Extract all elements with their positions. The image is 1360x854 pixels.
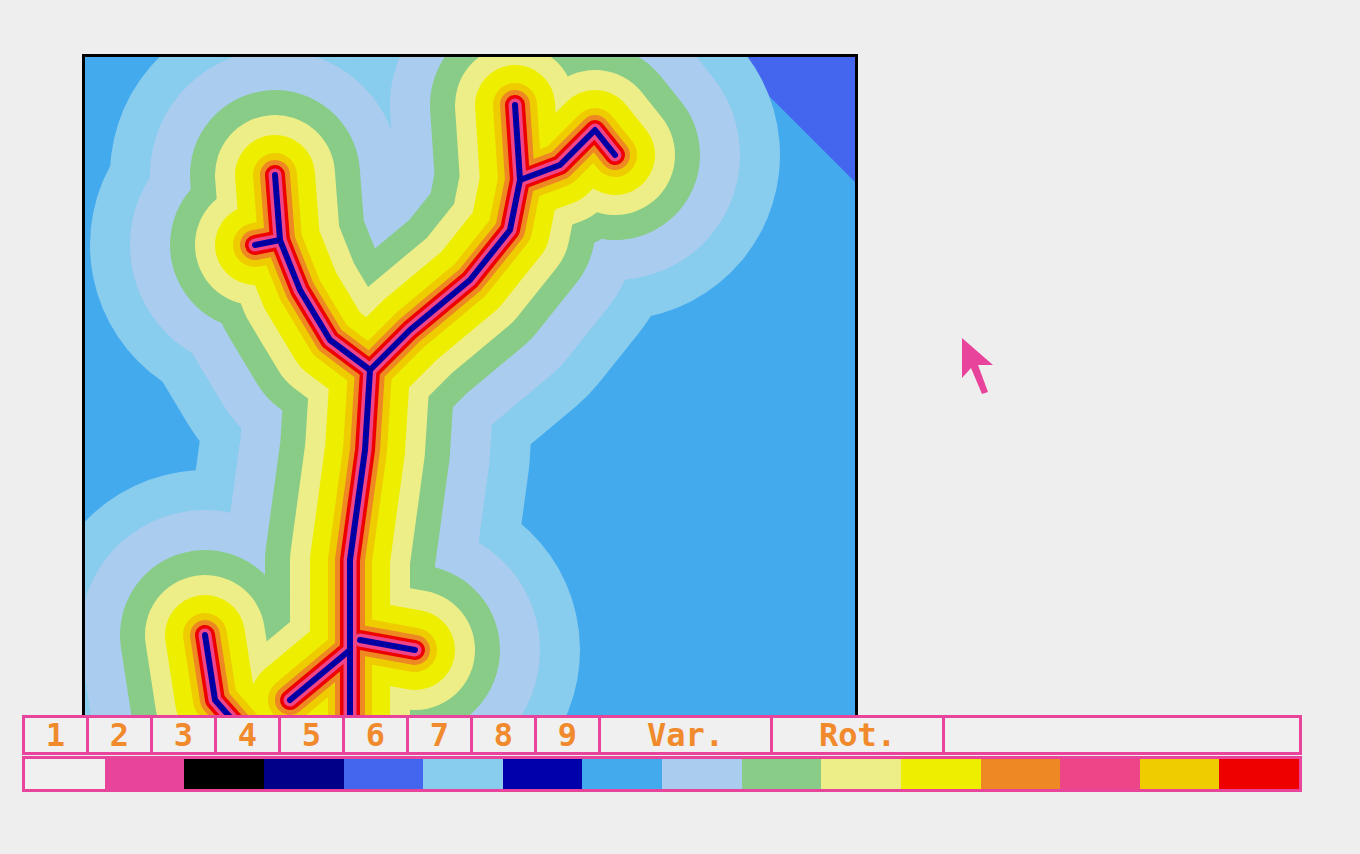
toolbar-button[interactable]: 1 bbox=[25, 718, 89, 752]
toolbar-button[interactable]: 4 bbox=[217, 718, 281, 752]
toolbar-button[interactable]: 8 bbox=[473, 718, 537, 752]
palette-swatch[interactable] bbox=[662, 759, 742, 789]
palette-swatch[interactable] bbox=[901, 759, 981, 789]
palette-swatch[interactable] bbox=[582, 759, 662, 789]
palette-swatch[interactable] bbox=[503, 759, 583, 789]
palette-swatch[interactable] bbox=[344, 759, 424, 789]
palette-swatch[interactable] bbox=[1060, 759, 1140, 789]
palette-swatch[interactable] bbox=[184, 759, 264, 789]
screen: 123456789Var.Rot. bbox=[0, 0, 1360, 854]
palette-swatch[interactable] bbox=[742, 759, 822, 789]
toolbar-button[interactable]: 6 bbox=[345, 718, 409, 752]
toolbar-button[interactable]: 5 bbox=[281, 718, 345, 752]
palette-swatch[interactable] bbox=[264, 759, 344, 789]
palette-swatch[interactable] bbox=[1140, 759, 1220, 789]
toolbar-button[interactable]: 7 bbox=[409, 718, 473, 752]
toolbar-button[interactable]: 3 bbox=[153, 718, 217, 752]
palette-swatch[interactable] bbox=[105, 759, 185, 789]
toolbar-button[interactable]: 2 bbox=[89, 718, 153, 752]
fractal-canvas[interactable] bbox=[82, 54, 858, 715]
fractal-drawing-icon bbox=[85, 57, 855, 715]
toolbar-empty bbox=[945, 718, 1299, 752]
palette bbox=[22, 756, 1302, 792]
palette-swatch[interactable] bbox=[821, 759, 901, 789]
palette-swatch[interactable] bbox=[423, 759, 503, 789]
palette-swatch[interactable] bbox=[1219, 759, 1299, 789]
toolbar-button[interactable]: 9 bbox=[537, 718, 601, 752]
toolbar-button[interactable]: Var. bbox=[601, 718, 773, 752]
toolbar-button[interactable]: Rot. bbox=[773, 718, 945, 752]
palette-swatch[interactable] bbox=[981, 759, 1061, 789]
toolbar: 123456789Var.Rot. bbox=[22, 715, 1302, 755]
palette-swatch[interactable] bbox=[25, 759, 105, 789]
mouse-pointer-icon bbox=[962, 338, 996, 396]
